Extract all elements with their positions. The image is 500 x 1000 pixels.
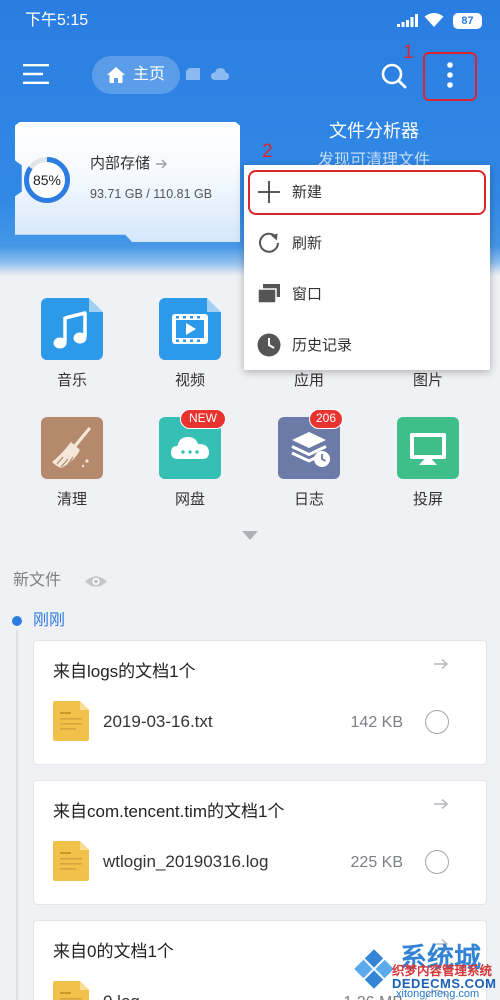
menu-item-label: 刷新 [292, 235, 323, 252]
breadcrumb-home[interactable]: 主页 [92, 56, 180, 94]
file-size: 1.26 MB [343, 992, 403, 1000]
category-label: 视频 [174, 372, 205, 389]
annotation-step-2: 2 [262, 141, 273, 162]
group-title: 来自0的文档1个 [53, 942, 174, 961]
annotation-highlight-new [248, 170, 486, 215]
wifi-icon [424, 13, 444, 27]
category-label: 网盘 [174, 491, 205, 508]
category-label: 清理 [56, 491, 87, 508]
arrow-right-icon[interactable] [433, 798, 449, 810]
group-title: 来自logs的文档1个 [53, 662, 196, 681]
category-label: 应用 [293, 372, 324, 389]
breadcrumb-label: 主页 [133, 66, 166, 83]
search-icon[interactable] [380, 62, 407, 89]
expand-chevron-icon[interactable] [242, 531, 258, 540]
category-label: 投屏 [412, 491, 443, 508]
file-size: 225 KB [350, 854, 403, 871]
text-file-icon [53, 841, 89, 881]
refresh-icon [256, 230, 282, 256]
internal-storage-card[interactable]: 85% 内部存储 93.71 GB / 110.81 GB [15, 122, 240, 242]
select-radio[interactable] [425, 710, 449, 734]
watermark-url: xitongcheng.com [396, 988, 480, 1000]
annotation-highlight-more [423, 52, 477, 101]
text-file-icon [53, 981, 89, 1000]
select-radio[interactable] [425, 850, 449, 874]
history-clock-icon [256, 332, 282, 358]
group-title: 来自com.tencent.tim的文档1个 [53, 802, 285, 821]
broom-icon [41, 417, 103, 479]
arrow-right-icon[interactable] [433, 658, 449, 670]
category-music[interactable]: 音乐 [22, 298, 122, 394]
video-play-icon [159, 298, 221, 360]
count-badge: 206 [309, 409, 343, 429]
annotation-step-1: 1 [403, 42, 414, 63]
battery-indicator: 87 [453, 13, 482, 29]
cloud-small-icon[interactable] [211, 68, 229, 80]
new-badge: NEW [180, 409, 226, 429]
menu-item-refresh[interactable]: 刷新 [244, 217, 490, 268]
menu-item-history[interactable]: 历史记录 [244, 319, 490, 370]
screencast-icon [397, 417, 459, 479]
file-name[interactable]: 2019-03-16.txt [103, 711, 213, 733]
menu-item-windows[interactable]: 窗口 [244, 268, 490, 319]
arrow-right-icon [156, 159, 167, 169]
watermark-logo-icon [354, 949, 394, 989]
file-name[interactable]: wtlogin_20190316.log [103, 851, 268, 873]
timeline-line [16, 630, 18, 1000]
signal-icon [397, 14, 418, 27]
timeline-label: 刚刚 [33, 612, 66, 629]
recent-group-card[interactable]: 来自com.tencent.tim的文档1个 wtlogin_20190316.… [33, 780, 487, 905]
storage-percent: 85% [32, 172, 62, 188]
home-icon [107, 67, 125, 83]
category-label: 日志 [293, 491, 324, 508]
eye-icon[interactable] [84, 574, 108, 589]
storage-title: 内部存储 [90, 155, 151, 172]
file-name[interactable]: 0.log [103, 991, 140, 1000]
menu-item-label: 历史记录 [292, 337, 353, 354]
timeline-dot [12, 616, 22, 626]
text-file-icon [53, 701, 89, 741]
category-cloud-drive[interactable]: NEW 网盘 [140, 409, 240, 513]
category-label: 图片 [412, 372, 443, 389]
menu-item-label: 窗口 [292, 286, 323, 303]
category-video[interactable]: 视频 [140, 298, 240, 394]
windows-icon [256, 281, 282, 307]
menu-hamburger-icon[interactable] [23, 64, 49, 84]
file-analyzer-title[interactable]: 文件分析器 [329, 120, 419, 142]
file-size: 142 KB [350, 714, 403, 731]
status-time: 下午5:15 [25, 12, 89, 29]
sd-card-icon[interactable] [186, 68, 200, 80]
category-label: 音乐 [56, 372, 87, 389]
category-logs[interactable]: 206 日志 [259, 409, 359, 513]
music-note-icon [41, 298, 103, 360]
recent-files-title: 新文件 [13, 572, 62, 589]
category-clean[interactable]: 清理 [22, 417, 122, 513]
category-screencast[interactable]: 投屏 [378, 417, 478, 513]
storage-usage: 93.71 GB / 110.81 GB [90, 187, 213, 201]
recent-group-card[interactable]: 来自logs的文档1个 2019-03-16.txt 142 KB [33, 640, 487, 765]
